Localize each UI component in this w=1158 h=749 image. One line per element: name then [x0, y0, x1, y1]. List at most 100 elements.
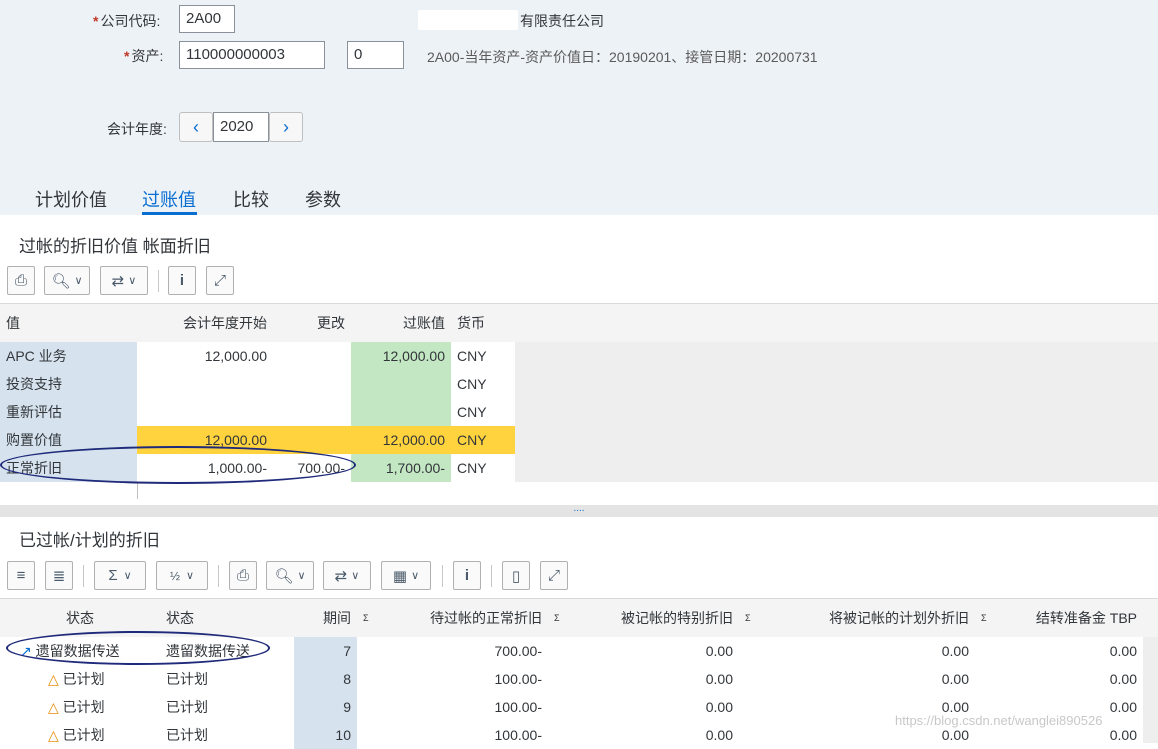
cell-normal-depreciation: 700.00-: [357, 637, 548, 665]
fiscal-year-label: 会计年度:: [107, 121, 167, 137]
print-preview-menu[interactable]: 🔍︎ ∨: [44, 266, 90, 295]
toolbar-divider: [158, 270, 159, 292]
info-icon: i: [464, 567, 470, 584]
sum-icon: Σ: [108, 567, 118, 584]
redacted-text: [418, 10, 518, 30]
column-header-posted[interactable]: 过账值: [351, 304, 451, 342]
warning-triangle-icon: △: [48, 727, 59, 743]
cell-posted: 12,000.00: [351, 426, 451, 454]
print-button[interactable]: ⎙: [7, 266, 35, 295]
tab-planned-values[interactable]: 计划价值: [35, 186, 107, 212]
previous-year-button[interactable]: ‹: [179, 112, 213, 142]
cell-currency: CNY: [451, 370, 515, 398]
preview-icon: 🔍︎: [51, 272, 71, 290]
fullscreen-button[interactable]: ⤢: [540, 561, 568, 590]
header-filler: [1143, 599, 1158, 637]
cell-posted: 12,000.00: [351, 342, 451, 370]
company-code-field[interactable]: 2A00: [179, 5, 235, 33]
column-header-change[interactable]: 更改: [273, 304, 351, 342]
cell-year-start: 12,000.00: [137, 342, 273, 370]
asset-subnumber-field[interactable]: 0: [347, 41, 404, 69]
fullscreen-icon: ⤢: [213, 272, 226, 289]
info-icon: i: [179, 272, 185, 289]
row-label: 重新评估: [0, 398, 137, 426]
chevron-right-icon: ›: [283, 117, 289, 137]
company-code-label-text: 公司代码:: [100, 13, 161, 29]
annotation-circle: [0, 446, 356, 484]
fiscal-year-field[interactable]: 2020: [213, 112, 269, 142]
column-header-year-start[interactable]: 会计年度开始: [137, 304, 273, 342]
header-filler: [515, 304, 1158, 342]
info-button[interactable]: i: [168, 266, 196, 295]
layout-menu[interactable]: ▦ ∨: [381, 561, 431, 590]
cell-special-depreciation: 0.00: [548, 637, 739, 665]
cell-special-depreciation: 0.00: [548, 693, 739, 721]
chevron-down-icon: ∨: [74, 275, 83, 287]
column-header-period[interactable]: 期间: [294, 599, 357, 637]
cell-unplanned-depreciation: 0.00: [739, 665, 975, 693]
cell-posted: 1,700.00-: [351, 454, 451, 482]
next-year-button[interactable]: ›: [269, 112, 303, 142]
status-icon-cell: △ 已计划: [0, 665, 160, 693]
toolbar-divider: [83, 565, 84, 587]
section-title-posted-depreciation: 过帐的折旧价值 帐面折旧: [19, 237, 211, 256]
asset-label: * 资产:: [124, 46, 163, 66]
print-button[interactable]: ⎙: [229, 561, 257, 590]
watermark: https://blog.csdn.net/wanglei890526: [895, 713, 1103, 728]
column-header-unplanned-depreciation[interactable]: Σ 将被记帐的计划外折旧: [739, 599, 975, 637]
sum-icon: Σ: [363, 613, 369, 623]
required-marker: *: [124, 48, 130, 64]
active-tab-indicator: [142, 212, 197, 215]
export-icon: ⇄: [334, 567, 348, 585]
cell-normal-depreciation: 100.00-: [357, 721, 548, 749]
cell-year-start: [137, 398, 273, 426]
cell-change: [273, 370, 351, 398]
sort-descending-button[interactable]: ≣: [45, 561, 73, 590]
fullscreen-button[interactable]: ⤢: [206, 266, 234, 295]
subtotal-menu[interactable]: ½ ∨: [156, 561, 208, 590]
chevron-down-icon: ∨: [128, 275, 137, 287]
toolbar-divider: [442, 565, 443, 587]
info-button[interactable]: i: [453, 561, 481, 590]
status-label: 已计划: [62, 671, 105, 687]
sort-ascending-button[interactable]: ≡: [7, 561, 35, 590]
cell-unplanned-depreciation: 0.00: [739, 637, 975, 665]
cell-currency: CNY: [451, 342, 515, 370]
cell-special-depreciation: 0.00: [548, 665, 739, 693]
chevron-down-icon: ∨: [297, 570, 306, 582]
column-header-special-depreciation[interactable]: Σ 被记帐的特别折旧: [548, 599, 739, 637]
row-label: APC 业务: [0, 342, 137, 370]
column-header-normal-depreciation[interactable]: Σ 待过帐的正常折旧: [357, 599, 548, 637]
column-divider: [137, 482, 138, 499]
tab-posted-values[interactable]: 过账值: [142, 186, 196, 212]
cell-year-start: [137, 370, 273, 398]
toolbar-divider: [218, 565, 219, 587]
document-button[interactable]: ▯: [502, 561, 530, 590]
column-header-value[interactable]: 值: [0, 304, 137, 342]
status-label: 已计划: [62, 727, 105, 743]
subtotal-icon: ½: [169, 568, 180, 583]
asset-number-field[interactable]: 110000000003: [179, 41, 325, 69]
sum-menu[interactable]: Σ ∨: [94, 561, 146, 590]
tab-parameters[interactable]: 参数: [305, 186, 341, 212]
column-header-reserve-tbp[interactable]: Σ 结转准备金 TBP: [975, 599, 1143, 637]
chevron-down-icon: ∨: [123, 570, 132, 582]
cell-currency: CNY: [451, 454, 515, 482]
export-menu[interactable]: ⇄ ∨: [100, 266, 148, 295]
status-icon-cell: △ 已计划: [0, 721, 160, 749]
export-menu[interactable]: ⇄ ∨: [323, 561, 371, 590]
column-header-currency[interactable]: 货币: [451, 304, 515, 342]
status-text-cell: 已计划: [160, 693, 294, 721]
asset-label-text: 资产:: [131, 48, 164, 64]
status-label: 已计划: [62, 699, 105, 715]
panel-splitter[interactable]: ....: [0, 504, 1158, 517]
print-preview-menu[interactable]: 🔍︎ ∨: [266, 561, 314, 590]
header-area: [0, 0, 1158, 215]
cell-currency: CNY: [451, 398, 515, 426]
cell-period: 10: [294, 721, 357, 749]
warning-triangle-icon: △: [48, 671, 59, 687]
cell-posted: [351, 398, 451, 426]
cell-normal-depreciation: 100.00-: [357, 693, 548, 721]
cell-reserve-tbp: 0.00: [975, 665, 1143, 693]
tab-compare[interactable]: 比较: [233, 186, 269, 212]
